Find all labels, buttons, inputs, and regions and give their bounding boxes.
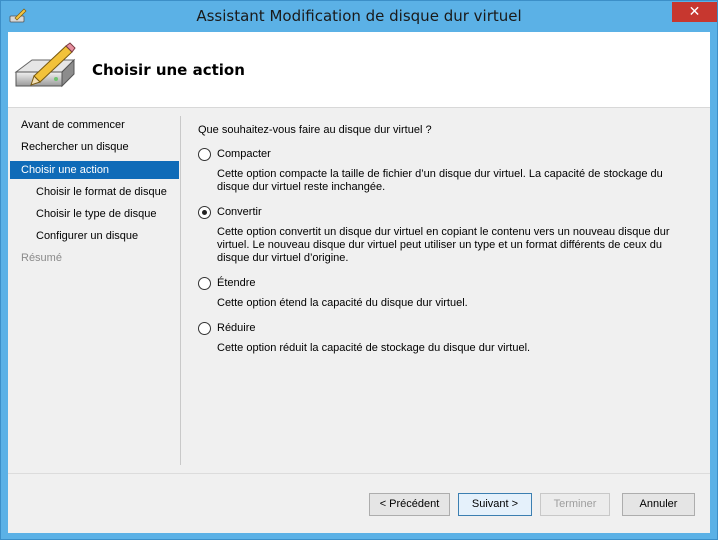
radio-etendre[interactable]: [198, 277, 211, 290]
radio-reduire[interactable]: [198, 322, 211, 335]
close-button[interactable]: ✕: [672, 2, 717, 22]
wizard-client: Choisir une action Avant de commencer Re…: [8, 32, 710, 533]
finish-button: Terminer: [540, 493, 610, 516]
option-label-etendre[interactable]: Étendre: [217, 277, 256, 289]
nav-step-rechercher-un-disque[interactable]: Rechercher un disque: [10, 138, 179, 156]
cancel-button[interactable]: Annuler: [622, 493, 695, 516]
wizard-header: Choisir une action: [8, 32, 710, 108]
nav-step-format-de-disque[interactable]: Choisir le format de disque: [10, 183, 179, 201]
nav-step-resume: Résumé: [21, 252, 62, 264]
option-desc-reduire: Cette option réduit la capacité de stock…: [217, 342, 531, 354]
option-desc-etendre: Cette option étend la capacité du disque…: [217, 297, 468, 309]
next-button[interactable]: Suivant >: [458, 493, 532, 516]
page-title: Choisir une action: [92, 61, 245, 79]
window-title: Assistant Modification de disque dur vir…: [196, 7, 522, 25]
nav-step-type-de-disque[interactable]: Choisir le type de disque: [10, 205, 179, 223]
option-label-compacter[interactable]: Compacter: [217, 148, 271, 160]
nav-step-configurer-un-disque[interactable]: Configurer un disque: [10, 227, 179, 245]
action-options-panel: Que souhaitez-vous faire au disque dur v…: [194, 109, 704, 469]
nav-step-choisir-une-action[interactable]: Choisir une action: [10, 161, 179, 179]
option-desc-convertir: Cette option convertit un disque dur vir…: [217, 226, 670, 264]
nav-step-avant-de-commencer[interactable]: Avant de commencer: [10, 116, 179, 134]
radio-compacter[interactable]: [198, 148, 211, 161]
radio-convertir[interactable]: [198, 206, 211, 219]
option-label-reduire[interactable]: Réduire: [217, 322, 256, 334]
option-label-convertir[interactable]: Convertir: [217, 206, 262, 218]
title-bar[interactable]: Assistant Modification de disque dur vir…: [1, 1, 717, 31]
question-text: Que souhaitez-vous faire au disque dur v…: [198, 124, 432, 136]
wizard-steps-nav: Avant de commencer Rechercher un disque …: [8, 109, 183, 465]
previous-button[interactable]: < Précédent: [369, 493, 450, 516]
footer-divider: [8, 473, 710, 474]
option-desc-compacter: Cette option compacte la taille de fichi…: [217, 168, 663, 193]
disk-pencil-icon: [14, 42, 76, 88]
wizard-window: Assistant Modification de disque dur vir…: [0, 0, 718, 540]
nav-divider: [180, 116, 181, 465]
